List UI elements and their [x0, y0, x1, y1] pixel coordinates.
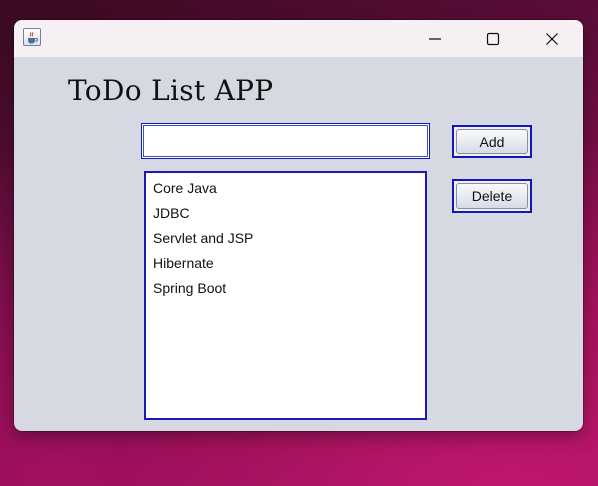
add-button-label: Add — [456, 129, 528, 154]
list-item[interactable]: Core Java — [146, 177, 425, 202]
list-item[interactable]: Servlet and JSP — [146, 227, 425, 252]
page-title: ToDo List APP — [68, 74, 274, 107]
maximize-button[interactable] — [470, 20, 516, 57]
desktop-background: ToDo List APP Add Delete Core Java JDBC … — [0, 0, 598, 486]
list-item[interactable]: JDBC — [146, 202, 425, 227]
list-item[interactable]: Spring Boot — [146, 277, 425, 302]
delete-button[interactable]: Delete — [452, 179, 532, 213]
minimize-icon — [429, 37, 441, 40]
add-button[interactable]: Add — [452, 125, 532, 158]
maximize-icon — [486, 32, 500, 45]
java-cup-icon[interactable] — [23, 28, 41, 46]
todo-list[interactable]: Core Java JDBC Servlet and JSP Hibernate… — [144, 171, 427, 420]
title-bar[interactable] — [14, 20, 583, 57]
minimize-button[interactable] — [412, 20, 458, 57]
app-window: ToDo List APP Add Delete Core Java JDBC … — [14, 20, 583, 431]
delete-button-label: Delete — [456, 183, 528, 209]
close-icon — [546, 32, 558, 45]
close-button[interactable] — [529, 20, 575, 57]
list-item[interactable]: Hibernate — [146, 252, 425, 277]
todo-input[interactable] — [141, 123, 430, 159]
